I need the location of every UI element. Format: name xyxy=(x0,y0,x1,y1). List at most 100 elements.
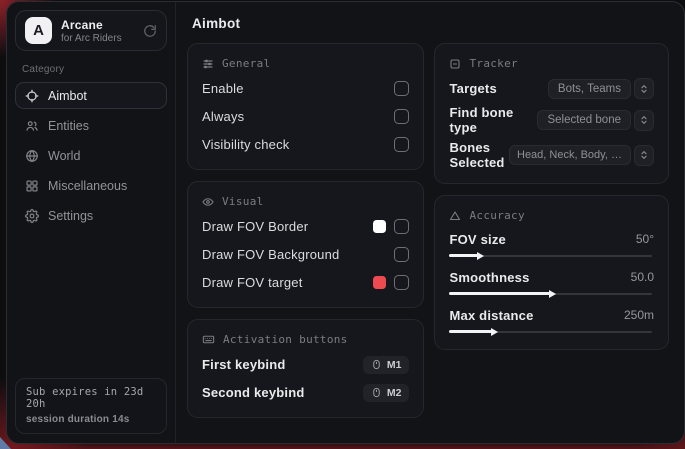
setting-row-fov-background: Draw FOV Background xyxy=(202,243,409,266)
setting-row-targets: Targets Bots, Teams xyxy=(449,77,654,100)
setting-label: Smoothness xyxy=(449,270,529,285)
setting-row-fov-border: Draw FOV Border xyxy=(202,215,409,238)
setting-label: Targets xyxy=(449,81,496,96)
bones-selected-select-value: Head, Neck, Body, Fe... xyxy=(509,145,631,165)
fov-target-color-swatch[interactable] xyxy=(373,276,386,289)
smoothness-slider[interactable] xyxy=(449,289,654,298)
setting-row-bones-selected: Bones Selected Head, Neck, Body, Fe... xyxy=(449,140,654,170)
slider-fill[interactable] xyxy=(449,254,478,257)
setting-row-enable: Enable xyxy=(202,77,409,100)
session-duration-text: session duration 14s xyxy=(26,414,156,425)
desktop-background: A Arcane for Arc Riders Category xyxy=(0,0,685,449)
chevrons-up-down-icon xyxy=(634,78,654,99)
enable-checkbox[interactable] xyxy=(394,81,409,96)
fov-border-checkbox[interactable] xyxy=(394,219,409,234)
sidebar-item-label: Miscellaneous xyxy=(48,179,127,193)
setting-label: First keybind xyxy=(202,357,286,372)
sidebar-item-world[interactable]: World xyxy=(15,142,167,169)
grid-icon xyxy=(25,179,39,193)
targets-select[interactable]: Bots, Teams xyxy=(548,78,654,99)
entities-icon xyxy=(25,119,39,133)
setting-label: Draw FOV target xyxy=(202,275,303,290)
visibility-check-checkbox[interactable] xyxy=(394,137,409,152)
setting-label: Always xyxy=(202,109,244,124)
fov-size-slider[interactable] xyxy=(449,251,654,260)
sidebar-item-label: Settings xyxy=(48,209,93,223)
keybind-value: M1 xyxy=(387,359,402,371)
sidebar-item-aimbot[interactable]: Aimbot xyxy=(15,82,167,109)
tracker-card: Tracker Targets Bots, Teams xyxy=(434,43,669,184)
fov-border-color-swatch[interactable] xyxy=(373,220,386,233)
first-keybind-button[interactable]: M1 xyxy=(363,356,410,374)
setting-row-find-bone-type: Find bone type Selected bone xyxy=(449,105,654,135)
accuracy-card: Accuracy FOV size 50° xyxy=(434,195,669,350)
sidebar-item-miscellaneous[interactable]: Miscellaneous xyxy=(15,172,167,199)
card-title: Accuracy xyxy=(469,209,524,222)
setting-row-first-keybind: First keybind M1 xyxy=(202,353,409,376)
max-distance-slider[interactable] xyxy=(449,327,654,336)
slider-fill[interactable] xyxy=(449,330,492,333)
smoothness-value: 50.0 xyxy=(631,270,654,284)
setting-label: FOV size xyxy=(449,232,506,247)
sidebar-item-label: Entities xyxy=(48,119,89,133)
keyboard-icon xyxy=(202,333,215,346)
chevrons-up-down-icon xyxy=(634,110,654,131)
main-content: Aimbot General xyxy=(176,2,684,443)
keybind-value: M2 xyxy=(387,387,402,399)
general-card: General Enable Always Visibility check xyxy=(187,43,424,170)
setting-label: Max distance xyxy=(449,308,533,323)
gear-icon xyxy=(25,209,39,223)
sidebar: A Arcane for Arc Riders Category xyxy=(7,2,176,443)
sliders-icon xyxy=(202,58,214,70)
setting-row-second-keybind: Second keybind M2 xyxy=(202,381,409,404)
setting-label: Bones Selected xyxy=(449,140,509,170)
setting-label: Enable xyxy=(202,81,244,96)
setting-row-visibility-check: Visibility check xyxy=(202,133,409,156)
fov-background-checkbox[interactable] xyxy=(394,247,409,262)
brand-card: A Arcane for Arc Riders xyxy=(15,10,167,51)
box-minus-icon xyxy=(449,58,461,70)
card-title: Visual xyxy=(222,195,264,208)
refresh-icon[interactable] xyxy=(143,24,157,38)
fov-size-value: 50° xyxy=(636,232,654,246)
slider-fill[interactable] xyxy=(449,292,549,295)
setting-label: Visibility check xyxy=(202,137,290,152)
setting-row-smoothness: Smoothness 50.0 xyxy=(449,267,654,298)
card-title: Tracker xyxy=(469,57,517,70)
sidebar-item-label: Aimbot xyxy=(48,89,87,103)
page-title: Aimbot xyxy=(192,16,669,31)
second-keybind-button[interactable]: M2 xyxy=(363,384,410,402)
fov-target-checkbox[interactable] xyxy=(394,275,409,290)
setting-row-max-distance: Max distance 250m xyxy=(449,305,654,336)
mouse-icon xyxy=(371,359,382,370)
sidebar-item-label: World xyxy=(48,149,80,163)
find-bone-type-select[interactable]: Selected bone xyxy=(537,110,654,131)
bones-selected-select[interactable]: Head, Neck, Body, Fe... xyxy=(509,145,654,166)
card-title: General xyxy=(222,57,270,70)
targets-select-value: Bots, Teams xyxy=(548,79,631,99)
sidebar-item-settings[interactable]: Settings xyxy=(15,202,167,229)
brand-title: Arcane xyxy=(61,18,122,32)
sub-expiry-text: Sub expires in 23d 20h xyxy=(26,386,156,410)
chevrons-up-down-icon xyxy=(634,145,654,166)
visual-card: Visual Draw FOV Border Draw FOV Backgrou… xyxy=(187,181,424,308)
find-bone-type-select-value: Selected bone xyxy=(537,110,631,130)
sidebar-item-entities[interactable]: Entities xyxy=(15,112,167,139)
setting-row-always: Always xyxy=(202,105,409,128)
sidebar-nav: Aimbot Entities Wo xyxy=(15,82,167,229)
setting-label: Find bone type xyxy=(449,105,537,135)
card-title: Activation buttons xyxy=(223,333,348,346)
subscription-info-card: Sub expires in 23d 20h session duration … xyxy=(15,378,167,434)
always-checkbox[interactable] xyxy=(394,109,409,124)
brand-logo: A xyxy=(25,17,52,44)
mouse-icon xyxy=(371,387,382,398)
crosshair-icon xyxy=(25,89,39,103)
setting-row-fov-size: FOV size 50° xyxy=(449,229,654,260)
eye-icon xyxy=(202,196,214,208)
globe-icon xyxy=(25,149,39,163)
setting-row-fov-target: Draw FOV target xyxy=(202,271,409,294)
setting-label: Draw FOV Border xyxy=(202,219,308,234)
setting-label: Draw FOV Background xyxy=(202,247,339,262)
activation-buttons-card: Activation buttons First keybind M1 xyxy=(187,319,424,418)
setting-label: Second keybind xyxy=(202,385,305,400)
